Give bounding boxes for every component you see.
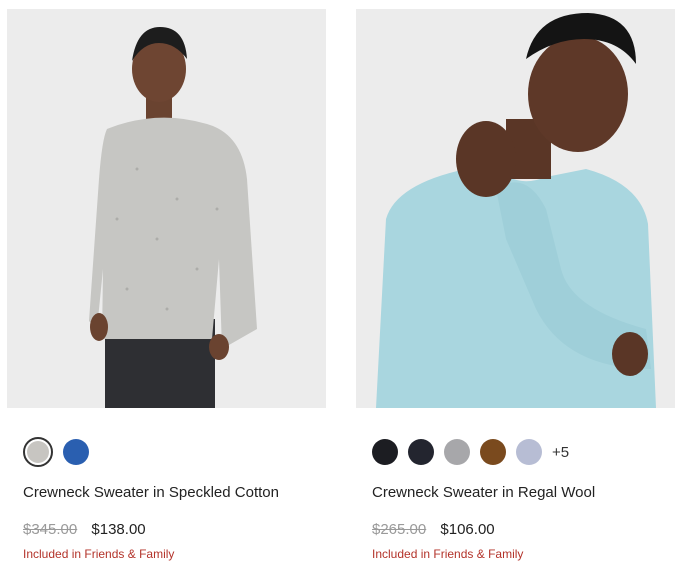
color-swatch-blue[interactable] <box>63 439 89 465</box>
color-swatch-grey[interactable] <box>23 437 53 467</box>
product-price: $265.00 $106.00 <box>372 521 495 538</box>
promo-label: Included in Friends & Family <box>372 547 524 561</box>
color-swatch-lavender[interactable] <box>516 439 542 465</box>
promo-label: Included in Friends & Family <box>23 547 175 561</box>
product-image[interactable] <box>7 9 326 408</box>
product-image[interactable] <box>356 9 675 408</box>
original-price: $345.00 <box>23 521 78 538</box>
product-title[interactable]: Crewneck Sweater in Regal Wool <box>372 484 595 501</box>
product-photo-illustration <box>356 9 675 408</box>
color-swatch-brown[interactable] <box>480 439 506 465</box>
product-card[interactable]: Crewneck Sweater in Speckled Cotton $345… <box>7 0 327 572</box>
color-swatches <box>23 437 99 467</box>
original-price: $265.00 <box>372 521 427 538</box>
swatch-fill <box>27 441 49 463</box>
product-card[interactable]: +5 Crewneck Sweater in Regal Wool $265.0… <box>356 0 676 572</box>
sale-price: $106.00 <box>440 521 495 538</box>
product-photo-illustration <box>7 9 326 408</box>
color-swatch-grey[interactable] <box>444 439 470 465</box>
product-title[interactable]: Crewneck Sweater in Speckled Cotton <box>23 484 279 501</box>
more-colors-link[interactable]: +5 <box>552 444 569 461</box>
color-swatch-navy[interactable] <box>408 439 434 465</box>
sale-price: $138.00 <box>91 521 146 538</box>
product-price: $345.00 $138.00 <box>23 521 146 538</box>
color-swatch-black[interactable] <box>372 439 398 465</box>
color-swatches: +5 <box>372 437 569 467</box>
